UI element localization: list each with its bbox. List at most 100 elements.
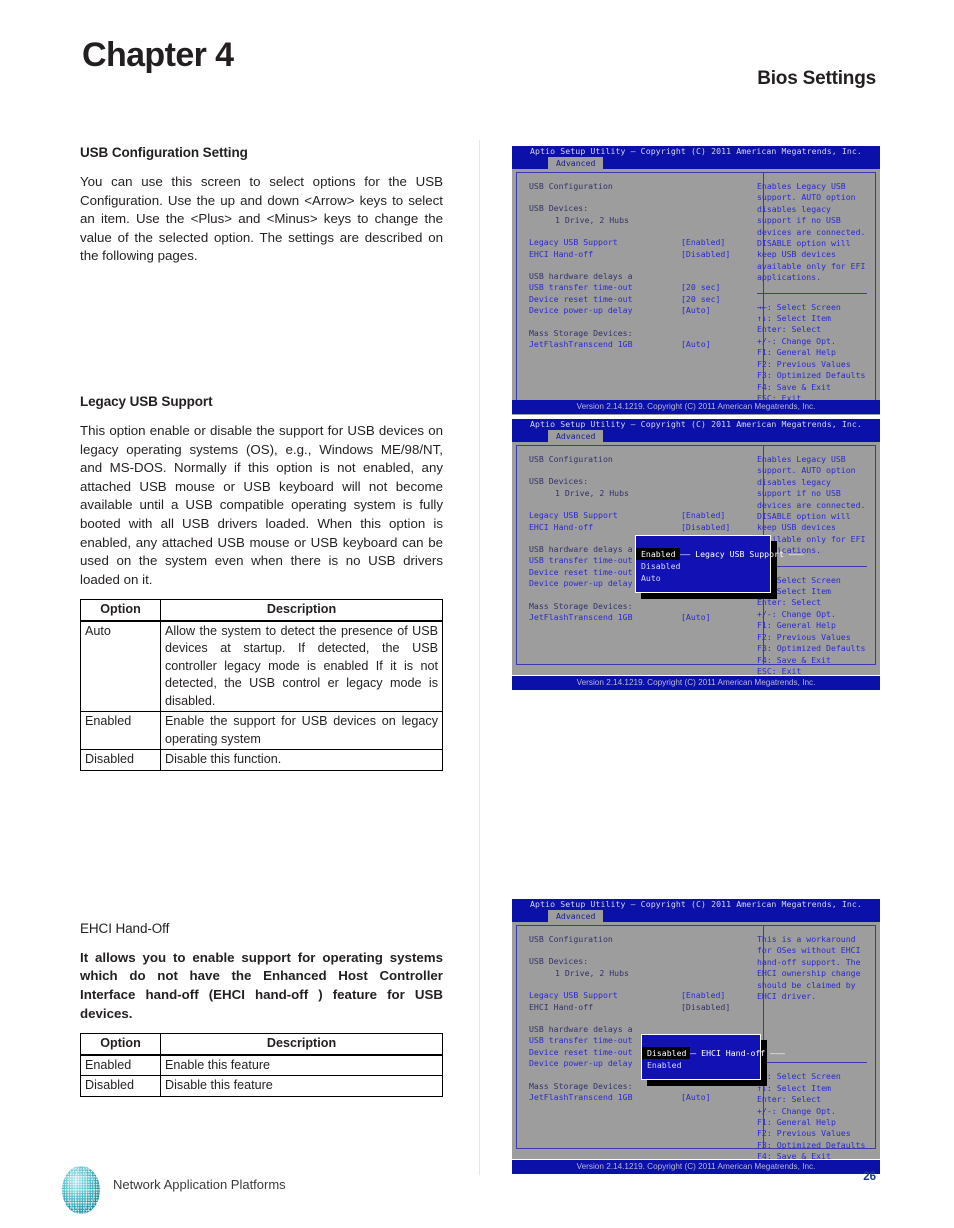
section-title: Bios Settings <box>757 68 876 89</box>
bios-item-label: Device reset time-out <box>529 293 633 304</box>
popup-option-enabled[interactable]: Enabled <box>636 548 680 560</box>
heading-usb-configuration-setting: USB Configuration Setting <box>80 145 248 160</box>
bios-item-legacy-usb-support[interactable]: Legacy USB Support [Enabled] <box>529 990 775 1001</box>
bios-footer-1: Version 2.14.1219. Copyright (C) 2011 Am… <box>512 400 880 414</box>
globe-icon <box>62 1166 100 1214</box>
bios-mass-storage-label: Mass Storage Devices: <box>529 327 633 338</box>
bios-help-pane-3: This is a workaround for OSes without EH… <box>749 926 875 1159</box>
popup-option-auto[interactable]: Auto <box>636 572 770 584</box>
bios-item-value: [Auto] <box>681 1092 711 1103</box>
bios-titlebar: Aptio Setup Utility – Copyright (C) 2011… <box>512 419 880 430</box>
bios-key-enter-select: Enter: Select <box>757 1094 822 1105</box>
popup-title-text: EHCI Hand-off <box>701 1048 766 1058</box>
popup-legacy-usb-support[interactable]: ——— Legacy USB Support ——— Enabled Disab… <box>635 535 804 593</box>
bios-key-f4-save-exit: F4: Save & Exit <box>757 654 831 665</box>
brand-logo <box>57 1163 105 1217</box>
bios-key-enter-select: Enter: Select <box>757 597 822 608</box>
bios-key-f4-save-exit: F4: Save & Exit <box>757 381 831 392</box>
bios-usb-devices-label: USB Devices: <box>529 476 589 487</box>
bios-delays-label: USB hardware delays a <box>529 271 633 282</box>
paragraph-ehci-hand-off: It allows you to enable support for oper… <box>80 949 443 1021</box>
bios-item-value: [Auto] <box>681 339 711 350</box>
popup-title: ——— EHCI Hand-off ——— <box>642 1035 785 1058</box>
bios-item-value: [Auto] <box>681 612 711 623</box>
bios-usb-devices-value: 1 Drive, 2 Hubs <box>555 214 629 225</box>
bios-tab-advanced[interactable]: Advanced <box>548 430 604 442</box>
bios-key-select-item: ↑↓: Select Item <box>757 1082 831 1093</box>
bios-item-ehci-hand-off[interactable]: EHCI Hand-off [Disabled] <box>529 522 775 533</box>
bios-item-label: EHCI Hand-off <box>529 1001 594 1012</box>
bios-body-3: USB Configuration USB Devices: 1 Drive, … <box>516 925 876 1159</box>
cell-description: Disable this function. <box>160 749 443 771</box>
bios-item-label: USB transfer time-out <box>529 282 633 293</box>
bios-item-ehci-hand-off[interactable]: EHCI Hand-off [Disabled] <box>529 1002 775 1013</box>
bios-key-f2-previous-values: F2: Previous Values <box>757 631 851 642</box>
popup-title: ——— Legacy USB Support ——— <box>636 536 803 559</box>
table-header-row: Option Description <box>80 1033 443 1056</box>
bios-item-jetflash[interactable]: JetFlashTranscend 1GB [Auto] <box>529 612 775 623</box>
bios-key-f1-general-help: F1: General Help <box>757 1117 836 1128</box>
bios-tab-advanced[interactable]: Advanced <box>548 157 604 169</box>
bios-key-f3-optimized-defaults: F3: Optimized Defaults <box>757 643 866 654</box>
page-title: Chapter 4 <box>82 36 234 74</box>
bios-item-value: [20 sec] <box>681 293 721 304</box>
table-row: Auto Allow the system to detect the pres… <box>80 620 443 713</box>
bios-item-jetflash[interactable]: JetFlashTranscend 1GB [Auto] <box>529 1092 775 1103</box>
bios-item-label: Legacy USB Support <box>529 237 618 248</box>
bios-help-divider <box>757 292 867 294</box>
cell-description: Enable the support for USB devices on le… <box>160 711 443 751</box>
bios-item-value: [20 sec] <box>681 282 721 293</box>
popup-title-rule-right: ——— <box>765 1048 785 1058</box>
bios-item-ehci-hand-off[interactable]: EHCI Hand-off [Disabled] <box>529 249 775 260</box>
table-col-option: Option <box>80 599 161 622</box>
table-row: Enabled Enable the support for USB devic… <box>80 711 443 751</box>
bios-item-legacy-usb-support[interactable]: Legacy USB Support [Enabled] <box>529 510 775 521</box>
bios-body-2: USB Configuration USB Devices: 1 Drive, … <box>516 445 876 675</box>
bios-key-enter-select: Enter: Select <box>757 324 822 335</box>
bios-item-jetflash[interactable]: JetFlashTranscend 1GB [Auto] <box>529 339 775 350</box>
bios-mass-storage-label: Mass Storage Devices: <box>529 600 633 611</box>
popup-option-disabled[interactable]: Disabled <box>642 1047 691 1059</box>
bios-item-device-reset-timeout[interactable]: Device reset time-out [20 sec] <box>529 294 775 305</box>
bios-key-select-item: ↑↓: Select Item <box>757 313 831 324</box>
bios-item-value: [Enabled] <box>681 237 726 248</box>
table-col-description: Description <box>160 1033 443 1056</box>
bios-key-f1-general-help: F1: General Help <box>757 620 836 631</box>
bios-item-label: JetFlashTranscend 1GB <box>529 612 633 623</box>
bios-tab-advanced[interactable]: Advanced <box>548 910 604 922</box>
section-ehci-hand-off: EHCI Hand-Off It allows you to enable su… <box>80 921 443 1097</box>
cell-option: Enabled <box>80 1054 161 1077</box>
bios-help-divider <box>757 1062 867 1064</box>
bios-item-label: JetFlashTranscend 1GB <box>529 1092 633 1103</box>
bios-footer-3: Version 2.14.1219. Copyright (C) 2011 Am… <box>512 1160 880 1174</box>
bios-key-f3-optimized-defaults: F3: Optimized Defaults <box>757 1139 866 1150</box>
bios-key-change-opt: +/-: Change Opt. <box>757 1105 836 1116</box>
bios-item-value: [Disabled] <box>681 1001 731 1012</box>
bios-key-f4-save-exit: F4: Save & Exit <box>757 1151 831 1159</box>
table-header-row: Option Description <box>80 599 443 622</box>
bios-item-label: Device power-up delay <box>529 305 633 316</box>
bios-key-select-screen: →←: Select Screen <box>757 301 841 312</box>
bios-item-label: Legacy USB Support <box>529 990 618 1001</box>
bios-section-label: USB Configuration <box>529 454 613 464</box>
popup-ehci-hand-off[interactable]: ——— EHCI Hand-off ——— Disabled Enabled <box>641 1034 785 1080</box>
bios-item-label: JetFlashTranscend 1GB <box>529 339 633 350</box>
footer-brand-text: Network Application Platforms <box>113 1177 286 1192</box>
bios-item-usb-transfer-timeout[interactable]: USB transfer time-out [20 sec] <box>529 282 775 293</box>
paragraph-usb-configuration-setting: You can use this screen to select option… <box>80 174 443 264</box>
bios-item-device-power-up-delay[interactable]: Device power-up delay [Auto] <box>529 305 775 316</box>
bios-body-1: USB Configuration USB Devices: 1 Drive, … <box>516 172 876 404</box>
popup-title-text: Legacy USB Support <box>695 549 784 559</box>
bios-help-text: This is a workaround for OSes without EH… <box>757 934 861 1002</box>
heading-ehci-hand-off: EHCI Hand-Off <box>80 920 170 936</box>
table-row: Enabled Enable this feature <box>80 1054 443 1077</box>
table-row: Disabled Disable this function. <box>80 749 443 771</box>
cell-option: Disabled <box>80 1075 161 1097</box>
bios-help-text: Enables Legacy USB support. AUTO option … <box>757 181 866 283</box>
table-ehci-hand-off: Option Description Enabled Enable this f… <box>80 1033 443 1097</box>
bios-screenshot-2: Aptio Setup Utility – Copyright (C) 2011… <box>512 419 880 675</box>
bios-item-legacy-usb-support[interactable]: Legacy USB Support [Enabled] <box>529 237 775 248</box>
bios-item-value: [Enabled] <box>681 990 726 1001</box>
section-usb-configuration-setting: USB Configuration Setting You can use th… <box>80 145 443 266</box>
cell-option: Auto <box>80 620 161 713</box>
